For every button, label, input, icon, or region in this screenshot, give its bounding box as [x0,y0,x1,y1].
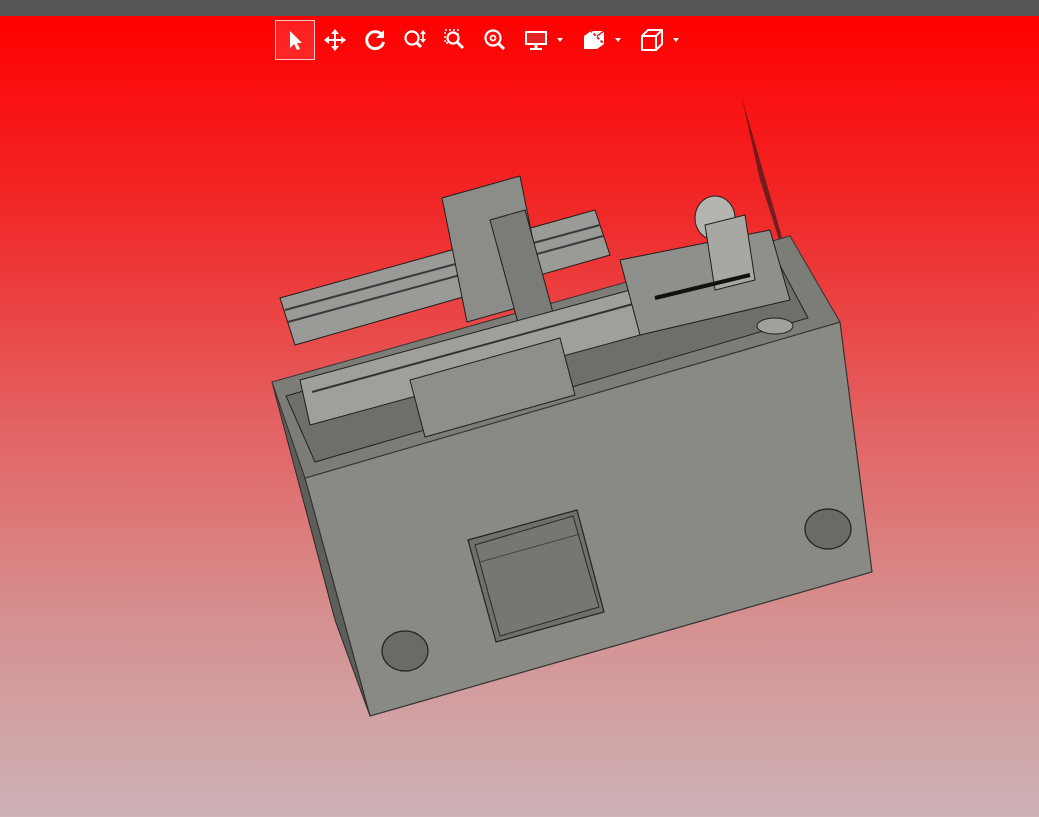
cad-machine-model[interactable] [0,0,1039,817]
fan-right [804,508,852,550]
fan-left [381,630,429,672]
